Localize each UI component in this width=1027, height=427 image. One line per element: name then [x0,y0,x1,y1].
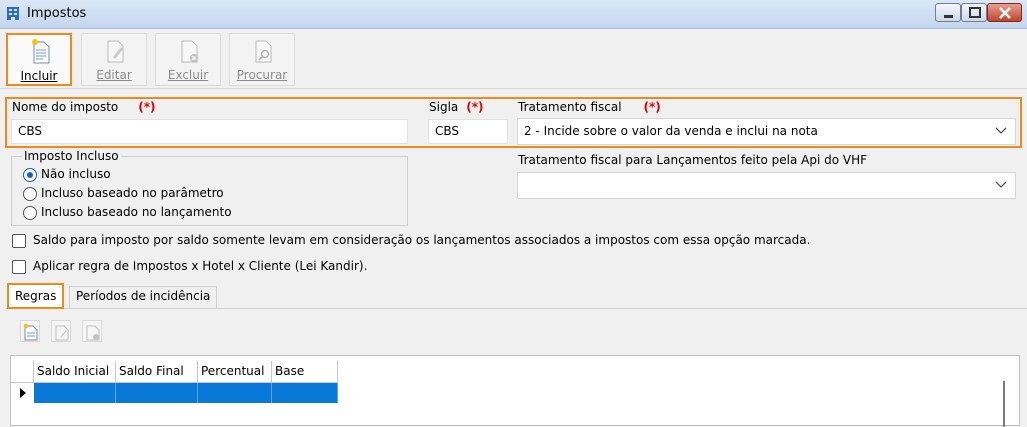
grid-cell[interactable] [116,383,198,403]
new-document-icon [23,323,38,341]
edit-document-icon [55,325,69,341]
incluir-label: Incluir [20,69,58,83]
rules-grid[interactable]: Saldo Inicial Saldo Final Percentual Bas… [10,355,1020,427]
checkbox[interactable] [12,260,26,274]
maximize-button[interactable] [961,3,987,22]
grid-edit-button[interactable] [51,320,71,342]
tratamento-label: Tratamento fiscal (*) [518,100,661,114]
chevron-down-icon [995,181,1007,188]
tab-regras[interactable]: Regras [7,283,65,309]
radio-button[interactable] [23,168,37,182]
column-header[interactable]: Saldo Inicial [34,361,116,383]
toolbar: Incluir Editar Excluir Procurar [0,29,1027,89]
grid-cell[interactable] [272,383,338,403]
column-header[interactable]: Base [272,361,338,383]
title-bar: Impostos [0,0,1027,29]
tratamento-api-label: Tratamento fiscal para Lançamentos feito… [518,153,868,167]
new-document-icon [32,39,50,64]
excluir-button[interactable]: Excluir [155,33,221,86]
editar-button[interactable]: Editar [81,33,147,86]
maximize-icon [969,7,981,18]
close-icon [999,7,1011,19]
grid-delete-button[interactable] [82,320,102,342]
edit-document-icon [107,40,124,63]
column-header[interactable]: Saldo Final [116,361,198,383]
sigla-input[interactable]: CBS [428,119,508,144]
minimize-icon [944,15,953,18]
grid-add-button[interactable] [20,320,40,342]
nome-label: Nome do imposto (*) [12,100,156,114]
incluir-button[interactable]: Incluir [6,33,72,86]
nome-input[interactable]: CBS [11,119,408,144]
tratamento-api-select[interactable] [517,172,1016,199]
tab-periodos[interactable]: Períodos de incidência [69,286,218,308]
vertical-scrollbar[interactable] [1003,381,1005,427]
building-icon [6,6,20,21]
grid-cell[interactable] [198,383,272,403]
column-header[interactable]: Percentual [198,361,272,383]
row-indicator-icon [11,383,33,403]
grid-cell[interactable] [34,383,116,403]
checkbox[interactable] [12,234,26,248]
delete-document-icon [181,40,198,63]
search-document-icon [255,40,272,63]
excluir-label: Excluir [167,68,209,82]
radio-button[interactable] [23,187,37,201]
close-button[interactable] [987,3,1022,22]
editar-label: Editar [96,68,132,82]
procurar-label: Procurar [236,68,288,82]
delete-document-icon [86,325,100,341]
minimize-button[interactable] [935,3,961,22]
tratamento-select[interactable]: 2 - Incide sobre o valor da venda e incl… [517,118,1016,145]
imposto-incluso-title: Imposto Incluso [22,149,121,163]
chevron-down-icon [995,127,1007,134]
procurar-button[interactable]: Procurar [229,33,295,86]
radio-button[interactable] [23,206,37,220]
tratamento-value: 2 - Incide sobre o valor da venda e incl… [524,124,818,138]
window-title: Impostos [27,6,87,21]
sigla-label: Sigla (*) [429,100,484,114]
grid-corner [11,361,34,383]
